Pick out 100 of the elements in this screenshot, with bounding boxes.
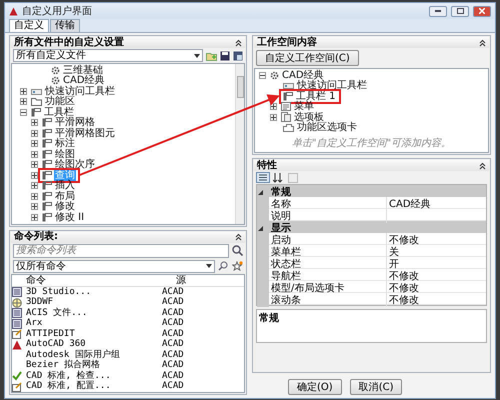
property-value[interactable]: 开 (387, 257, 486, 271)
expand-toggle[interactable] (31, 192, 38, 200)
tree-item[interactable]: 插入 (54, 180, 76, 192)
tree-item[interactable]: 功能区 (44, 96, 76, 108)
file-icon (12, 318, 22, 328)
collapse-icon[interactable] (479, 38, 486, 46)
close-button[interactable] (473, 6, 491, 16)
property-value[interactable]: 不修改 (387, 293, 486, 307)
tree-item[interactable]: 绘图次序 (54, 159, 96, 170)
tree-item[interactable]: 选项板 (293, 112, 325, 123)
property-value[interactable]: 关 (387, 245, 486, 259)
tree-item[interactable]: 布局 (54, 190, 76, 202)
search-icon[interactable] (232, 245, 243, 256)
expand-toggle[interactable] (31, 140, 38, 148)
tree-item[interactable]: 平滑网格图元 (54, 128, 116, 139)
file-filter-dropdown[interactable]: 所有自定义文件 (13, 49, 203, 62)
toolbar-icon (42, 212, 52, 222)
dialog-button[interactable]: 确定(O) (288, 379, 342, 395)
tree-item[interactable]: CAD经典 (62, 75, 106, 86)
tree-item[interactable]: 功能区选项卡 (296, 122, 358, 134)
collapse-arrow-icon[interactable] (257, 224, 265, 232)
minimize-icon (435, 10, 441, 12)
collapse-arrow-icon[interactable] (257, 188, 265, 196)
find-icon[interactable] (218, 261, 229, 271)
quick-access-icon (31, 86, 42, 96)
tree-item[interactable]: 平滑网格 (54, 117, 96, 128)
collapse-icon[interactable] (235, 233, 242, 241)
collapse-toggle[interactable] (20, 108, 27, 116)
panel-title: 工作空间内容 (257, 36, 318, 48)
sort-icon[interactable] (273, 172, 285, 183)
maximize-button[interactable] (451, 6, 469, 16)
collapse-icon[interactable] (479, 162, 486, 170)
panel-title: 命令列表: (14, 231, 59, 243)
command-cell[interactable]: CAD 标准, 配置... (26, 381, 162, 392)
command-cell[interactable]: Bezier 拟合网格 (26, 360, 162, 371)
tree-item[interactable]: 标注 (54, 138, 76, 150)
toolbar-icon (42, 202, 52, 212)
command-cell[interactable]: Arx (26, 318, 162, 329)
close-icon (479, 8, 485, 14)
column-header[interactable]: 命令 (26, 274, 176, 286)
hint-text: 单击"自定义工作空间"可添加内容。 (290, 136, 452, 151)
dropdown-caret-icon[interactable] (206, 264, 212, 268)
tree-item[interactable]: 修改 II (54, 212, 86, 223)
command-filter-dropdown[interactable]: 仅所有命令 (13, 260, 215, 272)
expand-toggle[interactable] (31, 214, 38, 221)
tab[interactable]: 传输 (50, 19, 80, 32)
tab[interactable]: 自定义 (9, 19, 49, 32)
expand-toggle[interactable] (31, 161, 38, 168)
expand-toggle[interactable] (20, 98, 27, 106)
tree-item[interactable]: 绘图 (54, 148, 76, 160)
tree-item[interactable]: 菜单 (293, 101, 315, 112)
tree-item[interactable]: CAD经典 (281, 70, 325, 81)
expand-toggle[interactable] (31, 203, 38, 210)
dialog-button[interactable]: 取消(C) (350, 379, 402, 395)
folder-icon (31, 97, 42, 106)
save-icon[interactable] (220, 50, 230, 60)
collapse-icon[interactable] (235, 38, 242, 46)
column-header[interactable]: 源 (176, 274, 244, 286)
tree-item[interactable]: 三维基础 (62, 64, 104, 76)
source-cell-text: ACAD (162, 286, 185, 297)
expand-toggle[interactable] (20, 88, 27, 95)
property-value[interactable]: 不修改 (387, 269, 486, 283)
globe-icon (12, 298, 22, 308)
dropdown-caret-icon[interactable] (194, 54, 200, 58)
toolbar-icon (42, 118, 52, 128)
property-value[interactable]: 不修改 (387, 281, 486, 295)
expand-toggle[interactable] (31, 130, 38, 137)
source-cell-text: ACAD (162, 328, 185, 339)
minimize-button[interactable] (429, 6, 447, 16)
source-cell-text: ACAD (162, 370, 185, 381)
expand-toggle[interactable] (31, 172, 38, 179)
command-cell[interactable]: 3DDWF (26, 297, 162, 308)
customize-workspace-button[interactable]: 自定义工作空间(C) (256, 50, 359, 66)
scrollbar[interactable] (235, 64, 244, 224)
command-cell[interactable]: ACIS 文件... (26, 308, 162, 318)
save-as-icon[interactable] (233, 50, 243, 60)
property-value[interactable]: CAD经典 (387, 197, 486, 211)
tree-item[interactable]: 快速访问工具栏 (44, 86, 116, 97)
command-cell[interactable]: CAD 标准, 检查... (26, 370, 162, 382)
expand-toggle[interactable] (270, 114, 277, 121)
command-cell[interactable]: 3D Studio... (26, 286, 162, 298)
categorized-icon[interactable] (256, 172, 270, 183)
toolbar-icon (42, 192, 52, 201)
expand-toggle[interactable] (31, 119, 38, 126)
tree-item[interactable]: 工具栏 (43, 106, 75, 118)
command-cell[interactable]: ATTIPEDIT (26, 328, 162, 340)
collapse-toggle[interactable] (259, 72, 266, 79)
tree-item[interactable]: 快速访问工具栏 (296, 80, 368, 92)
property-value[interactable]: 不修改 (387, 233, 486, 247)
expand-toggle[interactable] (31, 182, 38, 190)
tree-item[interactable]: 修改 (54, 201, 76, 212)
search-field[interactable]: 搜索命令列表 (13, 244, 229, 258)
command-cell[interactable]: AutoCAD 360 (26, 339, 162, 350)
toolbar-icon (42, 170, 52, 180)
new-command-icon[interactable] (232, 261, 243, 271)
expand-toggle[interactable] (270, 103, 277, 110)
expand-toggle[interactable] (31, 150, 38, 158)
tree-item[interactable]: 工具栏 1 (295, 90, 337, 102)
command-cell[interactable]: Autodesk 国际用户组 (26, 350, 162, 360)
source-cell-text: ACAD (162, 318, 185, 329)
